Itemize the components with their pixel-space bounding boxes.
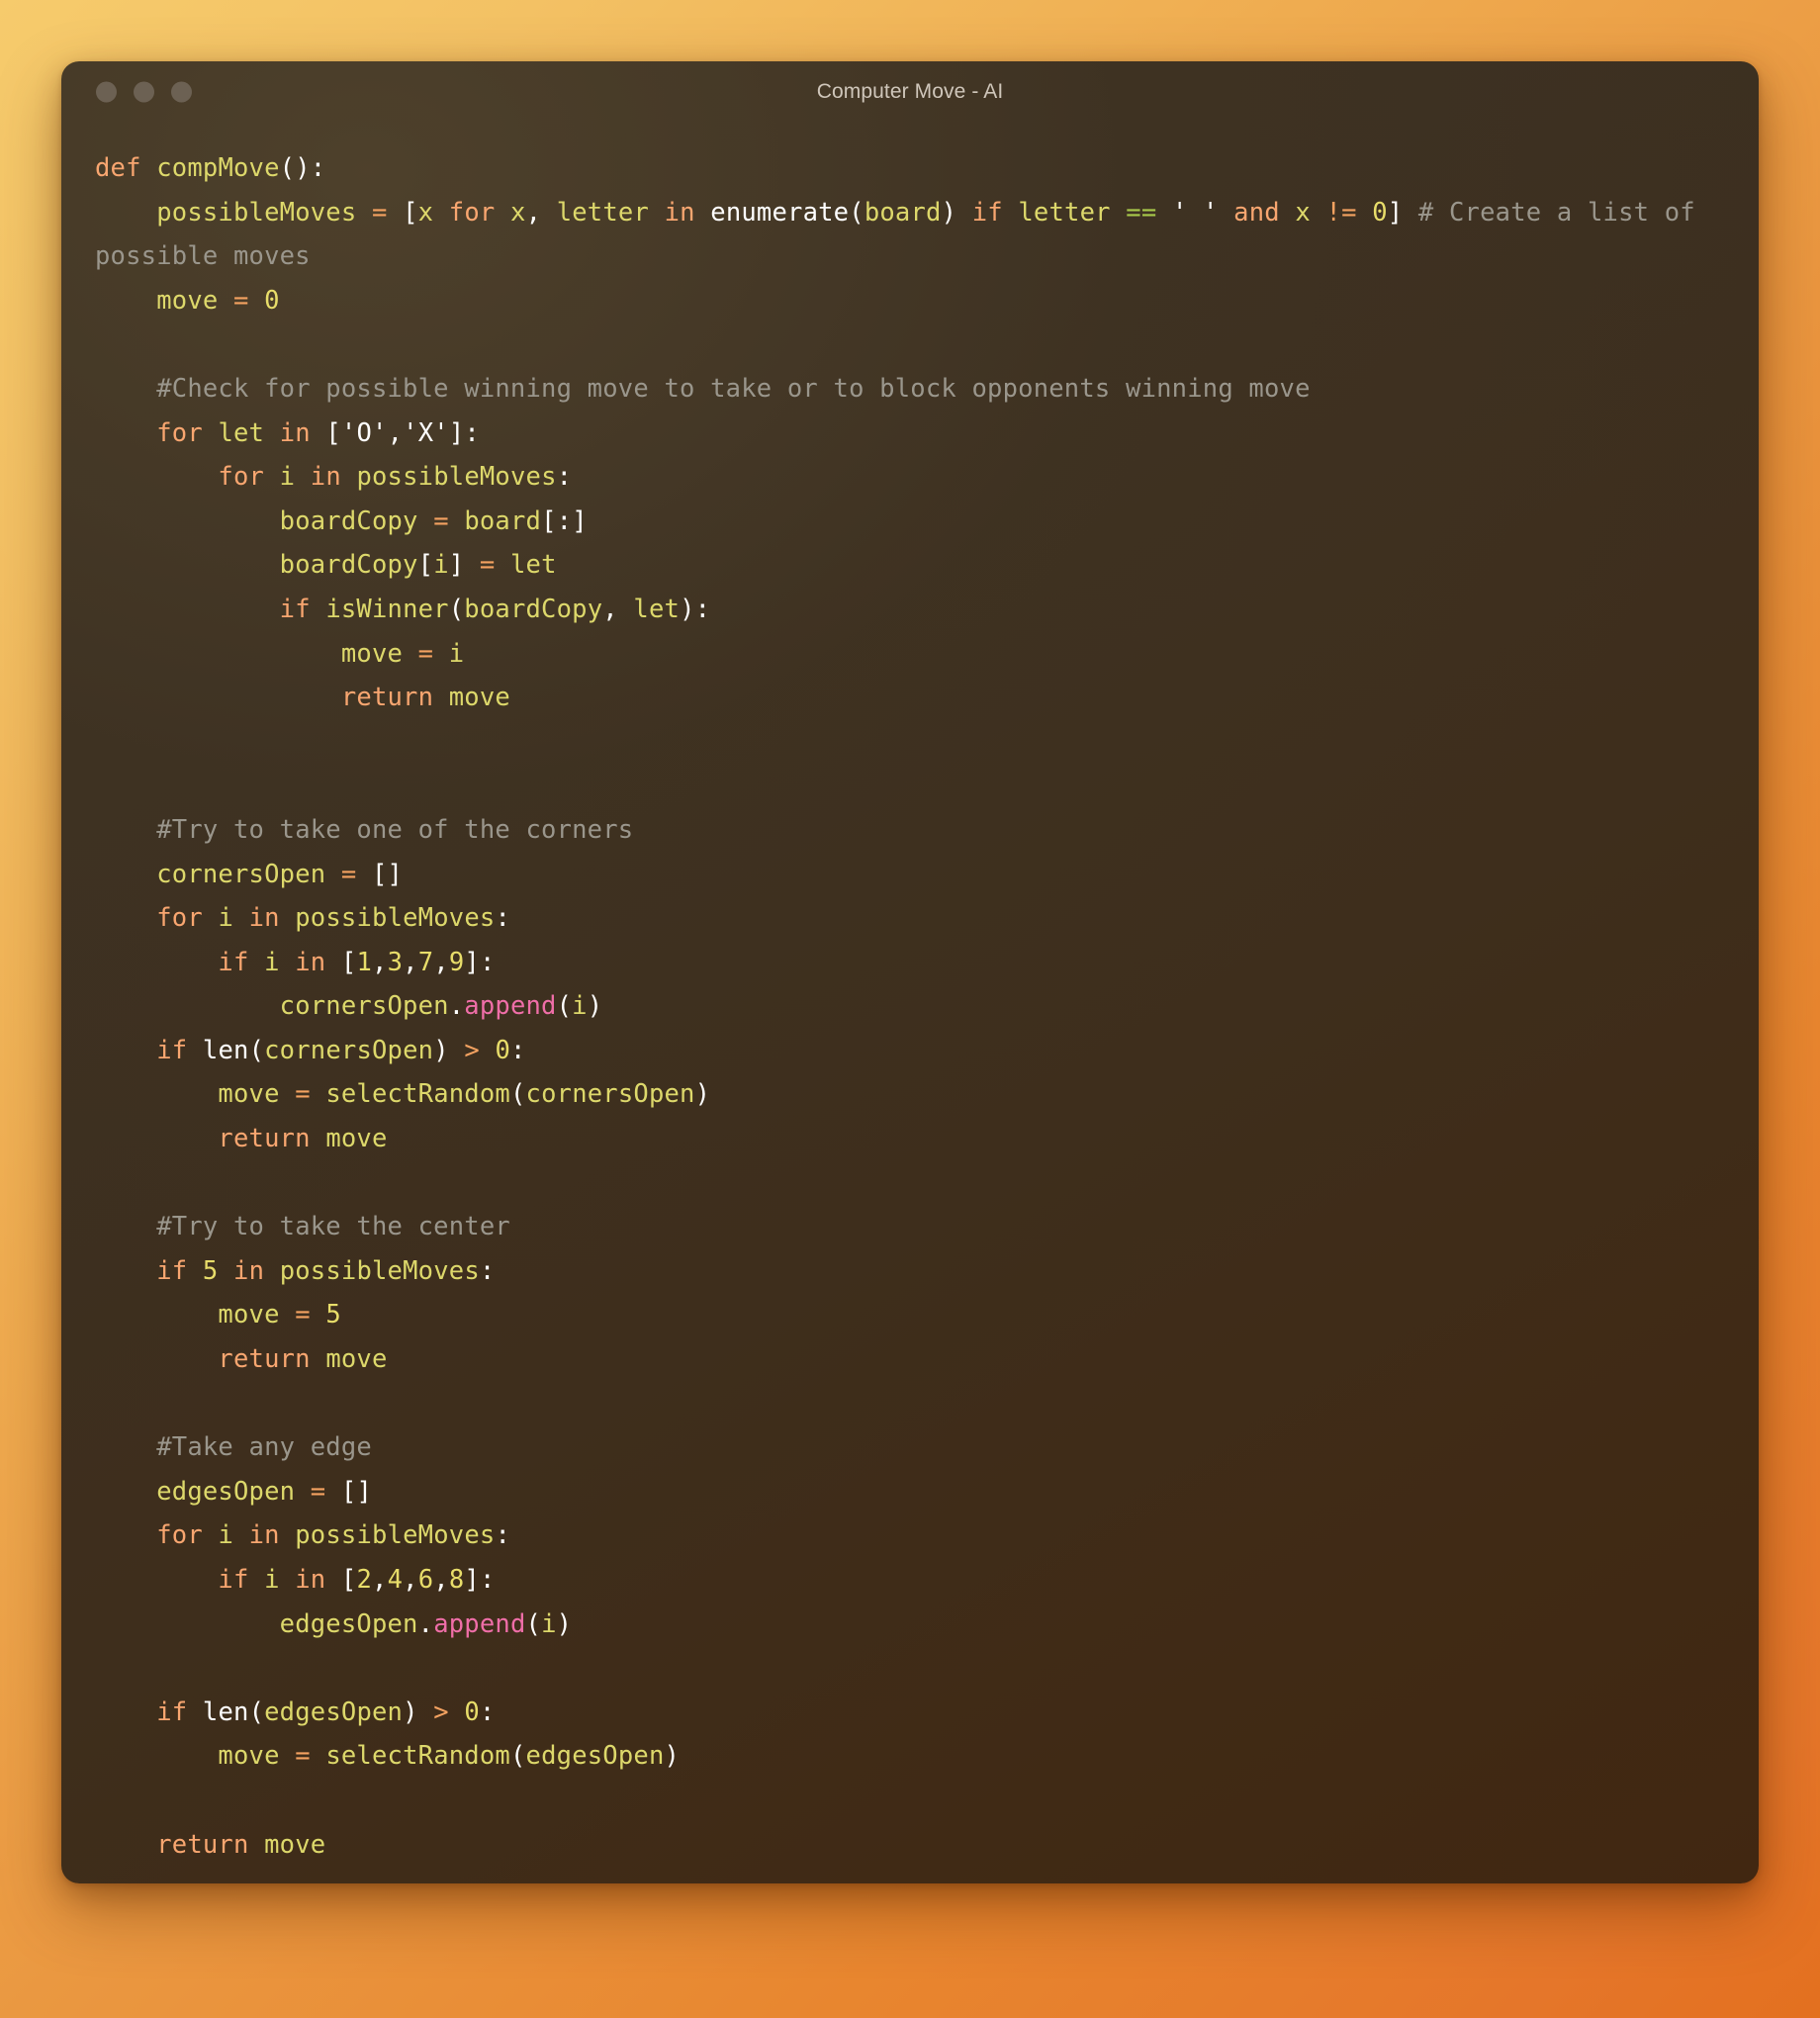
traffic-light-group bbox=[96, 81, 192, 103]
code-window: Computer Move - AI def compMove(): possi… bbox=[61, 61, 1759, 1883]
window-titlebar: Computer Move - AI bbox=[61, 61, 1759, 123]
maximize-button-icon[interactable] bbox=[171, 81, 192, 103]
code-editor-area[interactable]: def compMove(): possibleMoves = [x for x… bbox=[61, 123, 1759, 1883]
minimize-button-icon[interactable] bbox=[134, 81, 154, 103]
window-title: Computer Move - AI bbox=[816, 80, 1004, 103]
close-button-icon[interactable] bbox=[96, 81, 117, 103]
code-block[interactable]: def compMove(): possibleMoves = [x for x… bbox=[95, 146, 1723, 1867]
